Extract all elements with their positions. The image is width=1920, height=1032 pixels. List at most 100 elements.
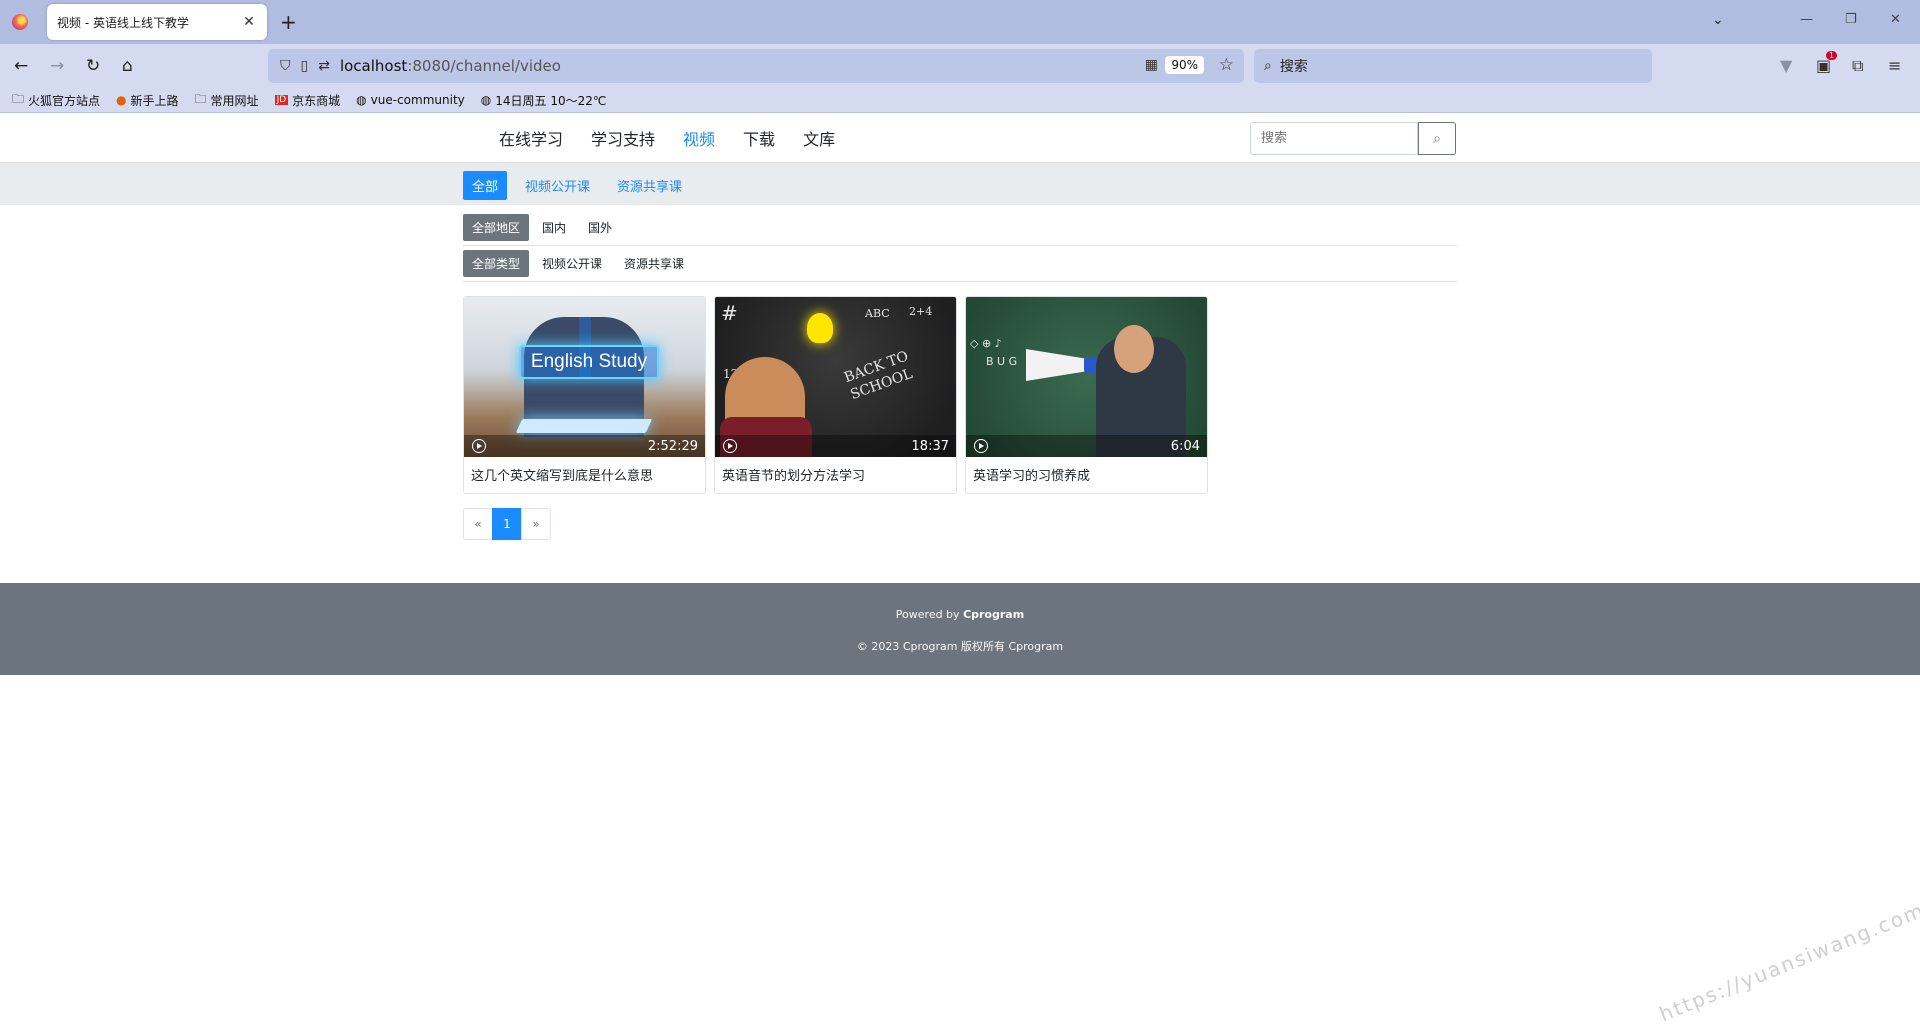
filter-type-all[interactable]: 全部类型	[463, 250, 530, 277]
category-subnav: 全部 视频公开课 资源共享课	[0, 163, 1920, 205]
firefox-icon: ●	[116, 93, 127, 107]
search-button[interactable]: ⌕	[1418, 122, 1456, 155]
chalk-doodle: ABC	[865, 307, 890, 320]
page-icon: ▯	[300, 58, 309, 74]
chalk-doodle: ◇ ⊕ ♪	[970, 337, 1002, 350]
video-thumbnail[interactable]: English Study 2:52:29	[464, 297, 705, 457]
chalk-doodle: B U G	[986, 355, 1018, 368]
subnav-item-open-course[interactable]: 视频公开课	[516, 171, 599, 200]
video-card[interactable]: English Study 2:52:29 这几个英文缩写到底是什么意思	[463, 296, 706, 494]
globe-icon: ◍	[480, 93, 492, 107]
powered-by: Powered by Cprogram	[0, 608, 1920, 621]
extension-badge: 1	[1826, 51, 1838, 60]
puzzle-icon[interactable]: ⧉	[1852, 56, 1863, 76]
play-icon[interactable]	[472, 439, 486, 453]
zoom-badge[interactable]: 90%	[1165, 56, 1204, 74]
chalk-doodle: 2+4	[909, 305, 933, 318]
bookmark-label: 常用网址	[210, 93, 259, 108]
search-icon: ⌕	[1264, 58, 1272, 74]
new-tab-icon[interactable]: +	[280, 10, 297, 34]
bookmark-item[interactable]: ● 新手上路	[116, 92, 179, 109]
browser-tab-bar: 视频 - 英语线上线下教学 ✕ + ⌄ — ❐ ✕	[0, 0, 1920, 44]
bookmark-item[interactable]: 🗀 常用网址	[195, 90, 259, 111]
site-footer: Powered by Cprogram © 2023 Cprogram 版权所有…	[0, 583, 1920, 675]
nav-item-library[interactable]: 文库	[789, 126, 849, 150]
jd-icon: JD	[274, 95, 289, 105]
bookmark-item[interactable]: ◍ 14日周五 10～22℃	[481, 92, 607, 109]
reload-icon[interactable]: ↻	[86, 56, 100, 76]
bookmark-item[interactable]: ◍ vue-community	[356, 93, 465, 107]
url-path: :8080/channel/video	[407, 57, 561, 75]
back-icon[interactable]: ←	[14, 56, 28, 76]
url-bar[interactable]: ⛉ ▯ ⇄ localhost :8080/channel/video ▦ 90…	[268, 49, 1244, 83]
main-content: 全部地区 国内 国外 全部类型 视频公开课 资源共享课 English Stud…	[463, 205, 1457, 540]
browser-search-bar[interactable]: ⌕ 搜索	[1254, 49, 1652, 83]
video-duration: 6:04	[1170, 439, 1200, 454]
site-navbar: 在线学习 学习支持 视频 下载 文库 ⌕	[0, 113, 1920, 163]
bookmarks-bar: 🗀 火狐官方站点 ● 新手上路 🗀 常用网址 JD 京东商城 ◍ vue-communit…	[0, 88, 1920, 113]
nav-item-online-learning[interactable]: 在线学习	[485, 126, 577, 150]
subnav-item-all[interactable]: 全部	[463, 171, 508, 200]
subnav-item-shared-course[interactable]: 资源共享课	[608, 171, 691, 200]
tab-title: 视频 - 英语线上线下教学	[57, 15, 189, 30]
filter-type-shared-course[interactable]: 资源共享课	[615, 250, 693, 277]
forward-icon[interactable]: →	[50, 56, 64, 76]
close-window-icon[interactable]: ✕	[1890, 12, 1901, 27]
minimize-icon[interactable]: —	[1800, 12, 1813, 27]
site-search: ⌕	[1250, 122, 1456, 155]
next-page-button[interactable]: »	[521, 508, 551, 540]
region-filter: 全部地区 国内 国外	[463, 205, 1457, 246]
video-title[interactable]: 英语学习的习惯养成	[966, 457, 1207, 492]
play-icon[interactable]	[723, 439, 737, 453]
video-card[interactable]: ◇ ⊕ ♪ B U G 6:04 英语学习的习惯养成	[965, 296, 1208, 494]
bookmark-item[interactable]: JD 京东商城	[274, 92, 341, 109]
prev-page-button[interactable]: «	[463, 508, 493, 540]
filter-region-domestic[interactable]: 国内	[533, 214, 575, 241]
search-input[interactable]	[1250, 122, 1418, 155]
bookmark-label: 火狐官方站点	[28, 93, 101, 108]
video-duration: 2:52:29	[647, 439, 698, 454]
page-button[interactable]: 1	[492, 508, 522, 540]
thumb-tablet	[515, 419, 653, 433]
bookmark-label: 14日周五 10～22℃	[495, 93, 607, 108]
search-icon: ⌕	[1433, 130, 1441, 146]
video-title[interactable]: 英语音节的划分方法学习	[715, 457, 956, 492]
chevron-down-icon[interactable]: ⌄	[1712, 12, 1724, 28]
pocket-icon[interactable]: ▼	[1780, 56, 1792, 75]
bookmark-label: 京东商城	[292, 93, 341, 108]
restore-icon[interactable]: ❐	[1845, 12, 1857, 27]
video-card[interactable]: # ABC 2+4 123 BACK TO SCHOOL 18:37 英语音节的…	[714, 296, 957, 494]
video-duration: 18:37	[911, 439, 949, 454]
qr-code-icon[interactable]: ▦	[1145, 57, 1158, 73]
pagination: « 1 »	[463, 508, 1457, 540]
thumb-caption: BACK TO SCHOOL	[842, 348, 915, 404]
video-grid: English Study 2:52:29 这几个英文缩写到底是什么意思 # A…	[463, 296, 1457, 494]
folder-icon: 🗀	[194, 91, 207, 106]
chalk-doodle: #	[721, 301, 738, 325]
bookmark-star-icon[interactable]: ☆	[1219, 55, 1234, 75]
nav-item-download[interactable]: 下载	[729, 126, 789, 150]
nav-item-learning-support[interactable]: 学习支持	[577, 126, 669, 150]
firefox-icon[interactable]	[12, 14, 28, 30]
nav-item-video[interactable]: 视频	[669, 126, 729, 150]
menu-icon[interactable]: ≡	[1888, 56, 1901, 75]
video-thumbnail[interactable]: # ABC 2+4 123 BACK TO SCHOOL 18:37	[715, 297, 956, 457]
browser-tab[interactable]: 视频 - 英语线上线下教学 ✕	[47, 4, 267, 40]
powered-brand[interactable]: Cprogram	[963, 608, 1024, 621]
filter-region-all[interactable]: 全部地区	[463, 214, 530, 241]
browser-toolbar: ← → ↻ ⌂ ⛉ ▯ ⇄ localhost :8080/channel/vi…	[0, 44, 1920, 88]
type-filter: 全部类型 视频公开课 资源共享课	[463, 246, 1457, 282]
globe-icon: ◍	[356, 93, 367, 107]
shield-icon[interactable]: ⛉	[280, 58, 291, 74]
play-icon[interactable]	[974, 439, 988, 453]
home-icon[interactable]: ⌂	[122, 56, 133, 76]
video-thumbnail[interactable]: ◇ ⊕ ♪ B U G 6:04	[966, 297, 1207, 457]
filter-type-open-course[interactable]: 视频公开课	[533, 250, 611, 277]
bookmark-item[interactable]: 🗀 火狐官方站点	[12, 90, 100, 111]
main-nav: 在线学习 学习支持 视频 下载 文库	[485, 113, 849, 163]
close-tab-icon[interactable]: ✕	[241, 14, 257, 30]
filter-region-foreign[interactable]: 国外	[579, 214, 621, 241]
video-title[interactable]: 这几个英文缩写到底是什么意思	[464, 457, 705, 492]
extension-icon[interactable]: ▣ 1	[1816, 51, 1838, 75]
permissions-icon[interactable]: ⇄	[318, 58, 330, 74]
